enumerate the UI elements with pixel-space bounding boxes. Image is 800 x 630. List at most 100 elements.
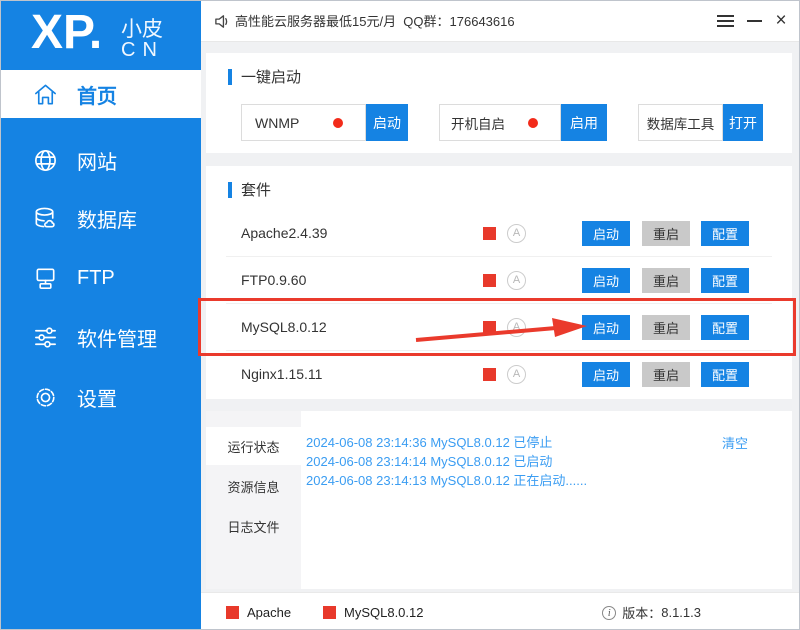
legend-label: MySQL8.0.12 — [344, 605, 424, 620]
sidebar-item-software[interactable]: 软件管理 — [1, 308, 201, 367]
autostart-badge[interactable]: A — [507, 318, 526, 337]
sidebar-item-label: 数据库 — [77, 204, 137, 233]
wnmp-widget: WNMP 启动 — [241, 104, 408, 141]
status-bar: Apache MySQL8.0.12 i 版本： 8.1.1.3 — [201, 592, 800, 630]
suite-card: 套件 Apache2.4.39 A 启动 重启 配置 FTP0.9.60 A 启… — [206, 166, 792, 399]
restart-button[interactable]: 重启 — [642, 362, 690, 387]
sidebar-item-ftp[interactable]: FTP — [1, 249, 201, 308]
version-label: 版本： — [622, 603, 661, 622]
version-info: i 版本： 8.1.1.3 — [602, 593, 701, 630]
sidebar: XP. 小皮 CN 首页 网站 数据库 FTP — [1, 1, 201, 630]
mysql-start-button[interactable]: 启动 — [582, 315, 630, 340]
tab-resource-info[interactable]: 资源信息 — [206, 467, 301, 505]
wnmp-start-button[interactable]: 启动 — [366, 104, 408, 141]
sidebar-item-label: 网站 — [77, 146, 117, 175]
stopped-dot-indicator — [528, 118, 538, 128]
db-tool-open-button[interactable]: 打开 — [723, 104, 763, 141]
stopped-square-indicator — [483, 227, 496, 240]
restart-button[interactable]: 重启 — [642, 315, 690, 340]
ftp-icon — [30, 264, 60, 294]
legend-label: Apache — [247, 605, 291, 620]
legend-mysql: MySQL8.0.12 — [323, 593, 424, 630]
config-button[interactable]: 配置 — [701, 221, 749, 246]
stopped-square-indicator — [226, 606, 239, 619]
service-name: Nginx1.15.11 — [241, 351, 322, 398]
logo-text-cn: CN — [121, 39, 164, 62]
suite-title: 套件 — [241, 179, 271, 200]
minimize-icon[interactable] — [747, 20, 762, 22]
db-tool-label-box: 数据库工具 — [638, 104, 723, 141]
phpstudy-window: XP. 小皮 CN 首页 网站 数据库 FTP — [0, 0, 800, 630]
one-click-title: 一键启动 — [241, 66, 301, 87]
sidebar-item-label: 软件管理 — [77, 323, 157, 352]
autostart-enable-button[interactable]: 启用 — [561, 104, 607, 141]
logs-tab-column: 运行状态 资源信息 日志文件 — [206, 411, 301, 589]
service-name: Apache2.4.39 — [241, 210, 327, 257]
config-button[interactable]: 配置 — [701, 315, 749, 340]
announcement-text: 高性能云服务器最低15元/月 QQ群：176643616 — [235, 1, 515, 42]
main-panel: 高性能云服务器最低15元/月 QQ群：176643616 × 一键启动 WNMP… — [201, 1, 800, 630]
close-icon[interactable]: × — [772, 9, 790, 33]
sidebar-item-label: 设置 — [77, 383, 117, 412]
start-button[interactable]: 启动 — [582, 268, 630, 293]
wnmp-label: WNMP — [255, 115, 299, 131]
autostart-badge[interactable]: A — [507, 365, 526, 384]
db-tool-widget: 数据库工具 打开 — [638, 104, 763, 141]
suite-row-nginx: Nginx1.15.11 A 启动 重启 配置 — [226, 351, 772, 398]
database-icon — [30, 204, 60, 234]
suite-header: 套件 — [228, 179, 271, 200]
sidebar-item-database[interactable]: 数据库 — [1, 189, 201, 248]
section-accent-bar — [228, 69, 232, 85]
sidebar-item-settings[interactable]: 设置 — [1, 368, 201, 427]
hamburger-menu-icon[interactable] — [717, 15, 734, 28]
start-button[interactable]: 启动 — [582, 362, 630, 387]
tab-run-status[interactable]: 运行状态 — [206, 427, 301, 465]
suite-row-apache: Apache2.4.39 A 启动 重启 配置 — [226, 210, 772, 257]
stopped-square-indicator — [483, 274, 496, 287]
autostart-label: 开机自启 — [451, 113, 505, 133]
speaker-icon — [214, 13, 231, 30]
log-output: 2024-06-08 23:14:36 MySQL8.0.12 已停止 2024… — [306, 433, 587, 490]
restart-button[interactable]: 重启 — [642, 221, 690, 246]
db-tool-label: 数据库工具 — [647, 113, 715, 133]
info-icon: i — [602, 606, 616, 620]
logo-text-main: XP. — [31, 3, 102, 63]
sidebar-item-label: FTP — [77, 267, 115, 290]
start-button[interactable]: 启动 — [582, 221, 630, 246]
sidebar-item-label: 首页 — [77, 80, 117, 109]
one-click-header: 一键启动 — [228, 66, 301, 87]
home-icon — [30, 79, 60, 109]
service-name: MySQL8.0.12 — [241, 304, 327, 351]
tab-log-files[interactable]: 日志文件 — [206, 507, 301, 545]
log-line: 2024-06-08 23:14:14 MySQL8.0.12 已启动 — [306, 452, 587, 471]
legend-apache: Apache — [226, 593, 291, 630]
one-click-card: 一键启动 WNMP 启动 开机自启 启用 数据库工具 — [206, 53, 792, 153]
gear-icon — [30, 383, 60, 413]
section-accent-bar — [228, 182, 232, 198]
sliders-icon — [30, 323, 60, 353]
sidebar-item-website[interactable]: 网站 — [1, 131, 201, 190]
suite-row-ftp: FTP0.9.60 A 启动 重启 配置 — [226, 257, 772, 304]
clear-log-link[interactable]: 清空 — [722, 433, 748, 452]
sidebar-item-home[interactable]: 首页 — [1, 70, 201, 118]
config-button[interactable]: 配置 — [701, 268, 749, 293]
autostart-badge[interactable]: A — [507, 224, 526, 243]
stopped-square-indicator — [483, 368, 496, 381]
log-line: 2024-06-08 23:14:36 MySQL8.0.12 已停止 — [306, 433, 587, 452]
config-button[interactable]: 配置 — [701, 362, 749, 387]
suite-row-mysql: MySQL8.0.12 A 启动 重启 配置 — [226, 304, 772, 351]
wnmp-label-box: WNMP — [241, 104, 366, 141]
globe-icon — [30, 146, 60, 176]
log-line: 2024-06-08 23:14:13 MySQL8.0.12 正在启动....… — [306, 471, 587, 490]
stopped-dot-indicator — [333, 118, 343, 128]
autostart-label-box: 开机自启 — [439, 104, 561, 141]
version-value: 8.1.1.3 — [661, 605, 701, 620]
app-logo: XP. 小皮 CN — [1, 1, 201, 70]
logs-card: 运行状态 资源信息 日志文件 2024-06-08 23:14:36 MySQL… — [206, 411, 792, 589]
autostart-badge[interactable]: A — [507, 271, 526, 290]
restart-button[interactable]: 重启 — [642, 268, 690, 293]
autostart-widget: 开机自启 启用 — [439, 104, 607, 141]
stopped-square-indicator — [323, 606, 336, 619]
title-bar: 高性能云服务器最低15元/月 QQ群：176643616 × — [201, 1, 800, 42]
service-name: FTP0.9.60 — [241, 257, 306, 304]
